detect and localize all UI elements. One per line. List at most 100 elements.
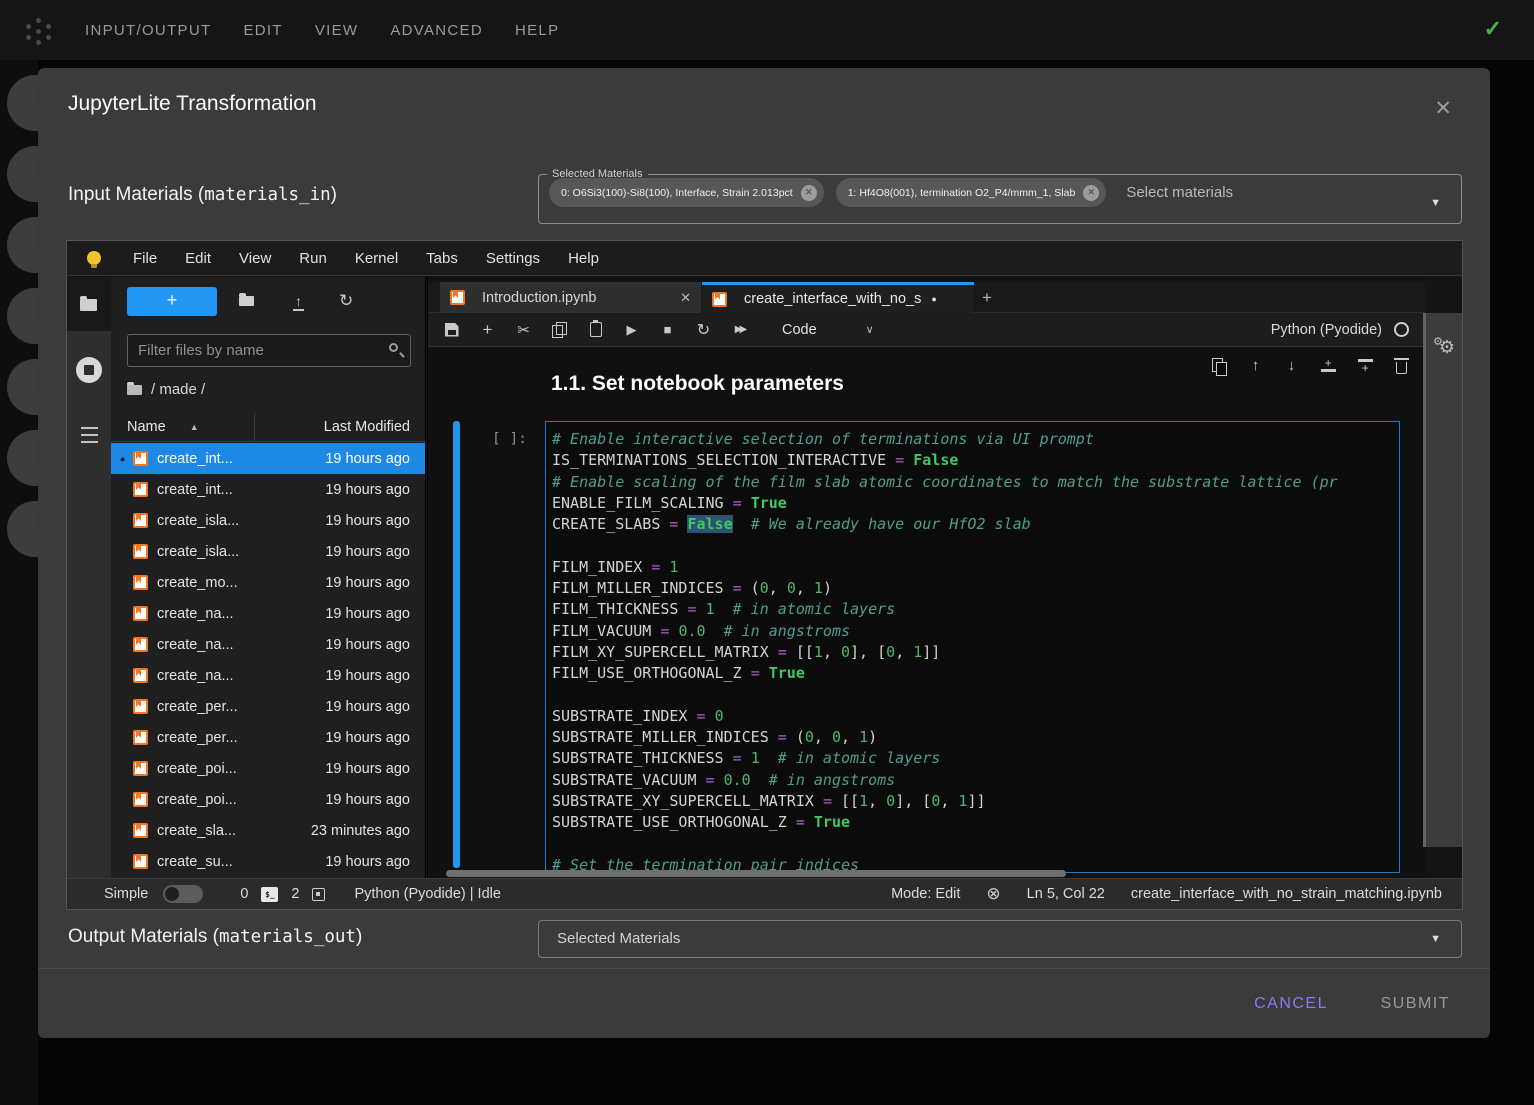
save-icon[interactable] (444, 323, 459, 337)
jupyter-menu-settings[interactable]: Settings (472, 241, 554, 276)
file-row[interactable]: create_isla...19 hours ago (111, 536, 425, 567)
move-cell-up-icon[interactable]: ↑ (1248, 357, 1263, 374)
file-name: create_int... (157, 451, 307, 467)
file-row[interactable]: create_sla...23 minutes ago (111, 815, 425, 846)
cell-prompt: [ ]: (492, 431, 527, 447)
file-modified: 23 minutes ago (307, 823, 425, 839)
app-menu-item-help[interactable]: HELP (515, 22, 559, 39)
file-row[interactable]: create_per...19 hours ago (111, 691, 425, 722)
tab-create-interface[interactable]: create_interface_with_no_s ● (702, 282, 974, 313)
modified-column-header[interactable]: Last Modified (255, 419, 425, 435)
jupyter-menu-file[interactable]: File (119, 241, 171, 276)
jupyter-body: + ↑ ↻ / made / Name (67, 277, 1462, 878)
material-chip[interactable]: 0: O6Si3(100)-Si8(100), Interface, Strai… (549, 178, 824, 207)
restart-kernel-icon[interactable]: ↻ (696, 320, 711, 340)
notebook-file-icon (133, 451, 148, 466)
dropdown-caret-icon[interactable]: ▼ (1430, 197, 1441, 209)
table-of-contents-icon[interactable] (81, 427, 98, 443)
file-row[interactable]: create_poi...19 hours ago (111, 753, 425, 784)
jupyter-menu-view[interactable]: View (225, 241, 285, 276)
notebook-content[interactable]: 1.1. Set notebook parameters [ ]: # Enab… (428, 348, 1425, 878)
file-row[interactable]: create_su...19 hours ago (111, 846, 425, 877)
jupyter-menu-tabs[interactable]: Tabs (412, 241, 472, 276)
add-tab-icon[interactable]: + (982, 282, 992, 312)
cell-toolbar: ↑ ↓ + + (1212, 357, 1409, 374)
file-browser-panel: + ↑ ↻ / made / Name (111, 277, 426, 878)
insert-cell-icon[interactable]: + (480, 320, 495, 340)
name-column-header[interactable]: Name ▲ (111, 413, 255, 441)
running-kernels-icon[interactable] (76, 357, 102, 383)
paste-icon[interactable] (588, 322, 603, 337)
horizontal-scrollbar[interactable] (446, 870, 1066, 877)
file-row[interactable]: create_na...19 hours ago (111, 629, 425, 660)
cancel-button[interactable]: CANCEL (1244, 986, 1338, 1022)
cut-icon[interactable]: ✂ (516, 321, 531, 339)
move-cell-down-icon[interactable]: ↓ (1284, 357, 1299, 374)
restart-run-all-icon[interactable]: ▶▶ (732, 324, 747, 335)
cell-collapser[interactable] (453, 421, 460, 868)
file-row[interactable]: create_mo...19 hours ago (111, 567, 425, 598)
jupyter-menu-run[interactable]: Run (285, 241, 341, 276)
file-row[interactable]: create_na...19 hours ago (111, 598, 425, 629)
app-logo-icon[interactable] (26, 18, 52, 44)
simple-mode-toggle[interactable] (163, 885, 203, 903)
kernel-status-icon[interactable] (1394, 322, 1409, 337)
delete-cell-icon[interactable] (1394, 358, 1409, 374)
new-folder-icon[interactable] (239, 291, 254, 311)
check-icon[interactable]: ✓ (1484, 16, 1502, 42)
upload-icon[interactable]: ↑ (293, 291, 304, 311)
breadcrumb[interactable]: / made / (127, 381, 205, 398)
file-row[interactable]: create_na...19 hours ago (111, 660, 425, 691)
app-menu-item-advanced[interactable]: ADVANCED (390, 22, 483, 39)
file-row[interactable]: create_int...19 hours ago (111, 474, 425, 505)
trust-shield-icon[interactable]: ⊗ (986, 884, 1000, 904)
output-materials-dropdown[interactable]: Selected Materials ▼ (538, 920, 1462, 958)
tab-introduction[interactable]: Introduction.ipynb ✕ (440, 282, 702, 313)
code-cell-editor[interactable]: # Enable interactive selection of termin… (545, 421, 1400, 873)
settings-gears-icon[interactable]: ⚙⚙ (1433, 335, 1455, 358)
kernel-status-text[interactable]: Python (Pyodide) | Idle (354, 886, 500, 902)
terminal-count[interactable]: 0 (240, 886, 248, 902)
stop-icon[interactable]: ■ (660, 322, 675, 337)
input-materials-label-close: ) (331, 184, 337, 205)
copy-icon[interactable] (552, 322, 567, 337)
selected-materials-field[interactable]: Selected Materials 0: O6Si3(100)-Si8(100… (538, 168, 1462, 224)
code-lines: # Enable interactive selection of termin… (552, 429, 1393, 873)
file-modified: 19 hours ago (307, 699, 425, 715)
code-line: CREATE_SLABS = False # We already have o… (552, 514, 1393, 535)
file-row[interactable]: create_isla...19 hours ago (111, 505, 425, 536)
tab-close-icon[interactable]: ✕ (680, 290, 691, 306)
insert-cell-above-icon[interactable]: + (1320, 359, 1336, 372)
run-icon[interactable]: ▶ (624, 322, 639, 338)
editor-mode[interactable]: Mode: Edit (891, 886, 960, 902)
insert-cell-below-icon[interactable]: + (1357, 359, 1373, 372)
app-menu-item-edit[interactable]: EDIT (243, 22, 282, 39)
refresh-icon[interactable]: ↻ (339, 291, 353, 311)
app-menu-item-view[interactable]: VIEW (315, 22, 359, 39)
chip-remove-icon[interactable]: ✕ (801, 185, 817, 201)
submit-button[interactable]: SUBMIT (1371, 986, 1460, 1022)
filter-files-input[interactable] (128, 335, 410, 366)
select-materials-placeholder[interactable]: Select materials (1126, 184, 1233, 201)
file-row[interactable]: ●create_int...19 hours ago (111, 443, 425, 474)
file-row[interactable]: create_poi...19 hours ago (111, 784, 425, 815)
chip-remove-icon[interactable]: ✕ (1083, 185, 1099, 201)
new-launcher-button[interactable]: + (127, 287, 217, 316)
kernel-name[interactable]: Python (Pyodide) (1271, 322, 1382, 338)
notebook-file-icon (133, 544, 148, 559)
duplicate-cell-icon[interactable] (1212, 358, 1227, 374)
code-line: SUBSTRATE_MILLER_INDICES = (0, 0, 1) (552, 727, 1393, 748)
file-browser-icon[interactable] (80, 299, 97, 311)
cell-type-select[interactable]: Code (782, 322, 817, 338)
cursor-position[interactable]: Ln 5, Col 22 (1027, 886, 1105, 902)
jupyter-menu-help[interactable]: Help (554, 241, 613, 276)
jupyter-menu-edit[interactable]: Edit (171, 241, 225, 276)
kernel-count[interactable]: 2 (291, 886, 299, 902)
dialog-close-icon[interactable]: ✕ (1434, 96, 1452, 121)
kebab-icon: ⋮ (31, 92, 38, 99)
jupyter-menu-kernel[interactable]: Kernel (341, 241, 412, 276)
file-row[interactable]: create_per...19 hours ago (111, 722, 425, 753)
app-menu-item-input-output[interactable]: INPUT/OUTPUT (85, 22, 211, 39)
cell-type-caret-icon[interactable]: ∨ (866, 323, 874, 336)
material-chip[interactable]: 1: Hf4O8(001), termination O2_P4/mmm_1, … (836, 178, 1107, 207)
